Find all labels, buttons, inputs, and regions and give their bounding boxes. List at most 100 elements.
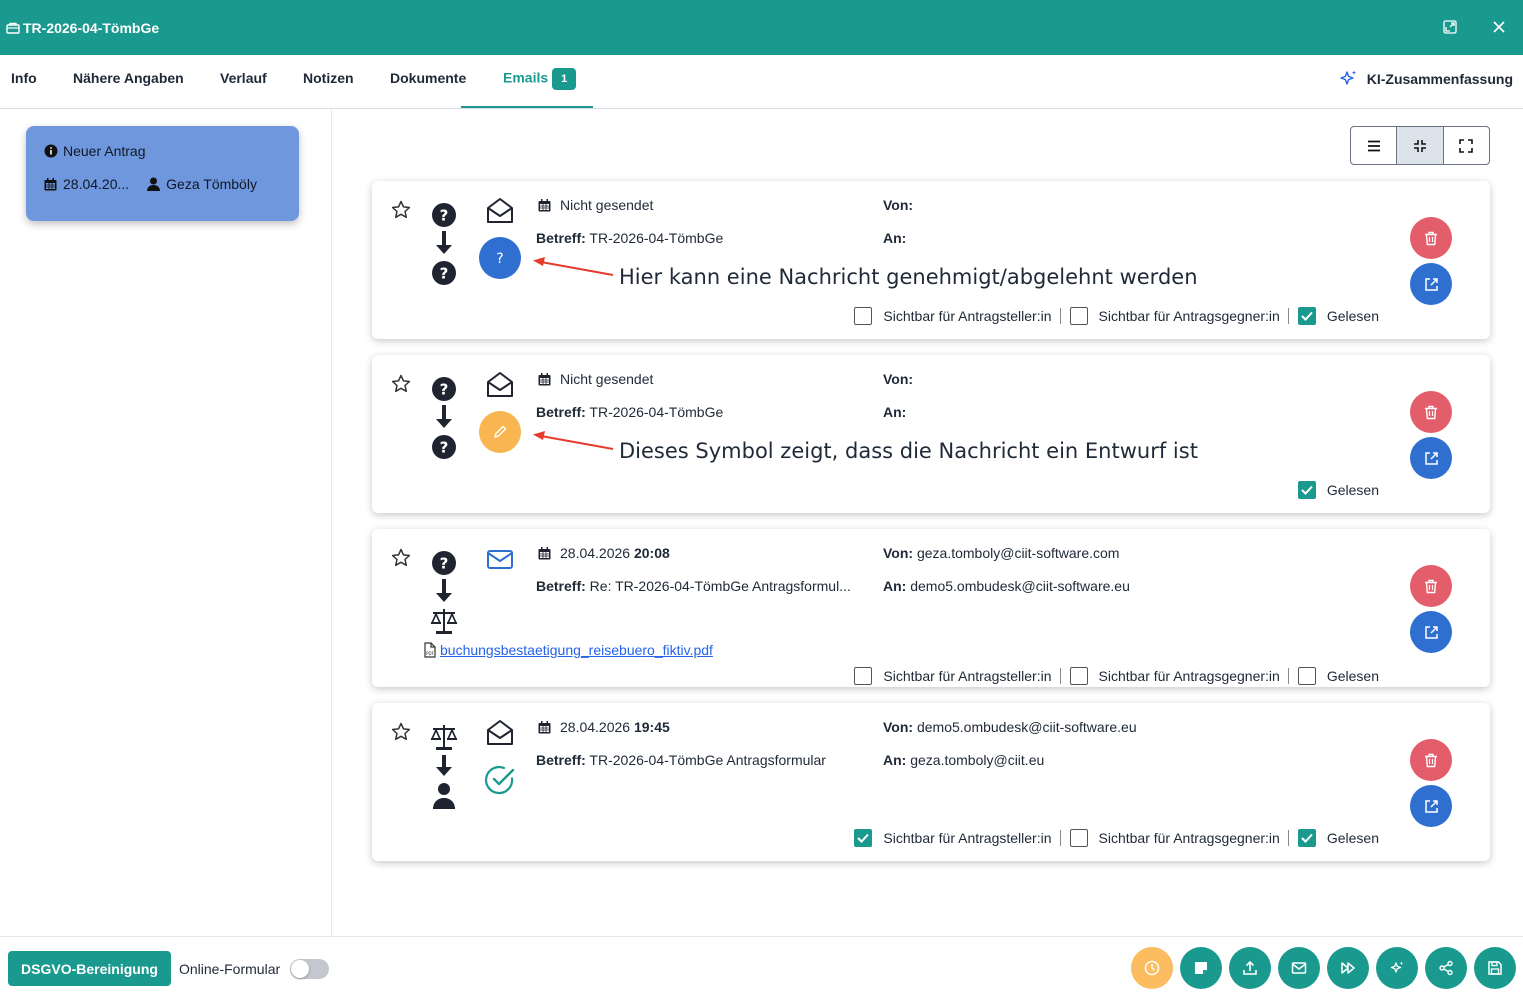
tab-notizen[interactable]: Notizen [303,70,354,86]
direction-flow: ? ? [429,375,459,468]
checkbox-sichtbar-antragsteller[interactable] [854,307,873,325]
divider [1059,668,1061,684]
direction-flow: ? [429,549,459,642]
antrag-meta-row: 28.04.20... Geza Tömböly [44,176,257,192]
open-button[interactable] [1410,611,1452,653]
trash-icon [1425,405,1437,419]
email-time: 19:45 [633,719,670,735]
checkbox-sichtbar-antragsteller[interactable] [854,829,873,847]
ai-button[interactable] [1376,947,1418,989]
arrow-down-icon [436,755,452,776]
calendar-icon [538,198,551,211]
star-icon[interactable] [391,722,411,745]
checkbox-sichtbar-antragsgegner[interactable] [1069,307,1088,325]
question-icon: ? [496,251,503,266]
visibility-checkboxes: Sichtbar für Antragsteller:in Sichtbar f… [854,667,1379,685]
checkbox-sichtbar-antragsgegner[interactable] [1069,829,1088,847]
share-button[interactable] [1425,947,1467,989]
email-to: An: [883,404,907,420]
trash-icon [1425,231,1437,245]
delete-button[interactable] [1410,739,1452,781]
tab-emails[interactable]: Emails 1 [503,68,577,90]
online-formular-toggle[interactable] [290,959,329,979]
email-list-panel: ? ? ? Hier kann eine Nachricht genehmigt… [332,109,1523,936]
visibility-checkboxes: Gelesen [1297,481,1379,499]
open-button[interactable] [1410,437,1452,479]
label-gelesen: Gelesen [1326,308,1379,324]
envelope-open-icon [486,371,514,402]
email-date-row: Nicht gesendet [538,197,653,213]
tab-naehere-angaben[interactable]: Nähere Angaben [73,70,184,86]
toggle-knob [291,960,309,978]
checkbox-gelesen[interactable] [1297,307,1316,325]
divider [1287,308,1289,324]
antrag-status: Neuer Antrag [63,143,146,159]
label-gelesen: Gelesen [1326,482,1379,498]
envelope-open-icon [486,197,514,228]
checkbox-gelesen[interactable] [1297,829,1316,847]
tab-dokumente[interactable]: Dokumente [390,70,466,86]
email-card[interactable]: ? ? ? Hier kann eine Nachricht genehmigt… [372,181,1490,339]
emails-count-badge: 1 [552,68,577,90]
list-icon [1367,140,1380,151]
upload-button[interactable] [1229,947,1271,989]
external-link-icon [1424,625,1438,639]
view-expand-button[interactable] [1442,127,1489,164]
email-card[interactable]: 28.04.2026 19:45 Betreff: TR-2026-04-Töm… [372,703,1490,861]
external-link-icon [1424,277,1438,291]
popout-icon [1443,20,1457,34]
tab-verlauf[interactable]: Verlauf [220,70,267,86]
forward-button[interactable] [1327,947,1369,989]
envelope-icon [486,545,514,576]
trash-icon [1425,579,1437,593]
save-button[interactable] [1474,947,1516,989]
email-from: Von: geza.tomboly@ciit-software.com [883,545,1120,561]
reminder-button[interactable] [1131,947,1173,989]
star-icon[interactable] [391,200,411,223]
star-icon[interactable] [391,374,411,397]
view-list-button[interactable] [1351,127,1396,164]
delete-button[interactable] [1410,391,1452,433]
checkbox-sichtbar-antragsteller[interactable] [854,667,873,685]
checkbox-gelesen[interactable] [1297,667,1316,685]
label-gelesen: Gelesen [1326,830,1379,846]
annotation-text: Hier kann eine Nachricht genehmigt/abgel… [619,265,1198,289]
label-sichtbar-antragsteller: Sichtbar für Antragsteller:in [883,668,1052,684]
compress-icon [1413,139,1426,152]
ki-summary-button[interactable]: KI-Zusammenfassung [1339,69,1513,89]
open-button[interactable] [1410,785,1452,827]
email-card[interactable]: ? 28.04.2026 20:08 Betreff: Re: TR-2026-… [372,529,1490,687]
label-gelesen: Gelesen [1326,668,1379,684]
delete-button[interactable] [1410,217,1452,259]
tab-info[interactable]: Info [11,70,37,86]
svg-text:?: ? [440,381,449,399]
window-title: TR-2026-04-TömbGe [23,19,160,36]
dsgvo-button[interactable]: DSGVO-Bereinigung [8,951,171,986]
unknown-recipient-icon: ? [432,435,456,459]
email-card[interactable]: ? ? Dieses Symbol zeigt, dass die Nachri… [372,355,1490,513]
external-link-icon [1424,451,1438,465]
antrag-card[interactable]: Neuer Antrag 28.04.20... Geza Tömböly [26,126,299,221]
open-button[interactable] [1410,263,1452,305]
info-icon [44,144,58,158]
approval-button[interactable]: ? [479,237,521,279]
view-compact-button[interactable] [1396,127,1443,164]
email-date-row: 28.04.2026 19:45 [538,719,670,735]
label-sichtbar-antragsgegner: Sichtbar für Antragsgegner:in [1098,308,1280,324]
checkbox-gelesen[interactable] [1297,481,1316,499]
draft-button[interactable] [479,411,521,453]
email-button[interactable] [1278,947,1320,989]
visibility-checkboxes: Sichtbar für Antragsteller:in Sichtbar f… [854,307,1379,325]
delete-button[interactable] [1410,565,1452,607]
close-button[interactable] [1489,17,1509,37]
popout-button[interactable] [1440,17,1460,37]
pdf-file-icon: PDF [424,642,436,658]
unknown-sender-icon: ? [432,377,456,401]
checkbox-sichtbar-antragsgegner[interactable] [1069,667,1088,685]
attachment-link[interactable]: PDF buchungsbestaetigung_reisebuero_fikt… [423,642,713,658]
star-icon[interactable] [391,548,411,571]
expand-icon [1459,138,1474,153]
email-date: 28.04.2026 [560,545,631,561]
envelope-open-icon [486,719,514,750]
note-button[interactable] [1180,947,1222,989]
